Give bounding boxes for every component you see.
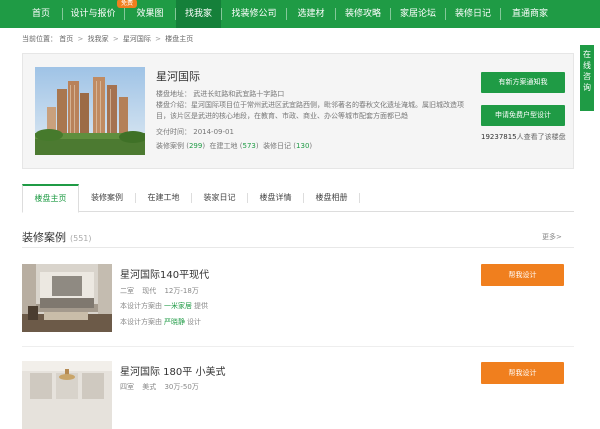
- estate-address: 楼盘地址： 武进长虹路和武宜路十字路口: [156, 89, 284, 99]
- estate-delivery: 交付时间： 2014-09-01: [156, 127, 234, 137]
- notify-new-plan-button[interactable]: 有新方案通知我: [481, 72, 565, 93]
- designer-name[interactable]: 严晓静: [164, 318, 185, 326]
- tab-diaries[interactable]: 装家日记: [192, 184, 247, 212]
- tab-divider: [359, 193, 360, 203]
- provider-prefix: 本设计方案由: [120, 302, 162, 310]
- cases-count: (551): [70, 234, 92, 243]
- breadcrumb: 当前位置： 首页 > 找我家 > 星河国际 > 楼盘主页: [22, 33, 193, 45]
- address-value: 武进长虹路和武宜路十字路口: [193, 90, 285, 98]
- estate-intro: 楼盘介绍：星河国际项目位于常州武进区武宜路西侧，毗邻著名的春秋文化遗址淹城。属旧…: [156, 100, 472, 122]
- nav-item-find-company[interactable]: 找装修公司: [222, 0, 286, 28]
- case-style: 现代: [142, 287, 157, 295]
- estate-name: 星河国际: [156, 70, 200, 83]
- nav-item-home[interactable]: 首页: [20, 0, 62, 28]
- tab-estate-home[interactable]: 楼盘主页: [22, 184, 79, 213]
- address-label: 楼盘地址：: [156, 90, 191, 98]
- breadcrumb-find-home[interactable]: 找我家: [88, 35, 109, 43]
- viewer-count-text: 人查看了该楼盘: [516, 133, 566, 141]
- stat-sites-count[interactable]: 573: [243, 142, 256, 150]
- intro-label: 楼盘介绍：: [156, 101, 191, 109]
- case-layout: 四室: [120, 383, 134, 391]
- row-divider: [22, 346, 574, 347]
- nav-item-guide[interactable]: 装修攻略: [336, 0, 390, 28]
- case-designer: 本设计方案由 严晓静 设计: [120, 317, 201, 327]
- designer-suffix: 设计: [187, 318, 201, 326]
- breadcrumb-estate[interactable]: 星河国际: [123, 35, 151, 43]
- breadcrumb-separator: >: [77, 35, 84, 43]
- nav-item-merchants[interactable]: 直通商家: [501, 0, 559, 28]
- delivery-label: 交付时间：: [156, 128, 191, 136]
- tab-cases[interactable]: 装修案例: [79, 184, 135, 212]
- provider-name[interactable]: 一米家居: [164, 302, 192, 310]
- help-me-design-button[interactable]: 帮我设计: [481, 362, 564, 384]
- nav-item-renderings[interactable]: 效果图: [125, 0, 175, 28]
- tab-sites[interactable]: 在建工地: [136, 184, 191, 212]
- estate-tabbar: 楼盘主页 装修案例 在建工地 装家日记 楼盘详情 楼盘相册: [22, 184, 574, 213]
- estate-photo[interactable]: [35, 67, 145, 155]
- viewer-count: 19237815人查看了该楼盘: [481, 132, 569, 143]
- tab-album[interactable]: 楼盘相册: [304, 184, 359, 212]
- estate-info-card: 星河国际 楼盘地址： 武进长虹路和武宜路十字路口 楼盘介绍：星河国际项目位于常州…: [22, 53, 574, 169]
- case-budget: 30万-50万: [164, 383, 199, 391]
- case-layout: 二室: [120, 287, 134, 295]
- viewer-count-number: 19237815: [481, 133, 517, 141]
- nav-item-diary[interactable]: 装修日记: [446, 0, 500, 28]
- stat-sites-label[interactable]: 在建工地: [210, 142, 238, 150]
- more-cases-link[interactable]: 更多>: [542, 232, 562, 242]
- section-divider: [22, 247, 574, 248]
- consult-char: 咨: [583, 72, 591, 81]
- delivery-date: 2014-09-01: [193, 128, 234, 136]
- section-title-text: 装修案例: [22, 231, 66, 244]
- case-title[interactable]: 星河国际 180平 小美式: [120, 363, 225, 378]
- cases-section-title: 装修案例 (551): [22, 229, 92, 245]
- tab-details[interactable]: 楼盘详情: [248, 184, 303, 212]
- stat-cases-count[interactable]: 299: [189, 142, 202, 150]
- consult-char: 询: [583, 83, 591, 92]
- nav-item-find-home[interactable]: 找我家: [176, 0, 221, 28]
- free-layout-design-button[interactable]: 申请免费户型设计: [481, 105, 565, 126]
- help-me-design-button[interactable]: 帮我设计: [481, 264, 564, 286]
- case-thumbnail[interactable]: [22, 361, 112, 429]
- intro-text: 星河国际项目位于常州武进区武宜路西侧，毗邻著名的春秋文化遗址淹城。属旧城改造项目…: [156, 101, 464, 120]
- stat-diaries-count[interactable]: 130: [296, 142, 309, 150]
- case-thumbnail[interactable]: [22, 264, 112, 332]
- designer-prefix: 本设计方案由: [120, 318, 162, 326]
- consult-char: 线: [583, 61, 591, 70]
- case-meta: 二室 现代 12万-18万: [120, 286, 199, 296]
- stat-diaries-label[interactable]: 装修日记: [263, 142, 291, 150]
- estate-stats: 装修案例 (299) 在建工地 (573) 装修日记 (130): [156, 142, 313, 150]
- breadcrumb-separator: >: [112, 35, 119, 43]
- nav-item-materials[interactable]: 选建材: [287, 0, 335, 28]
- breadcrumb-home[interactable]: 首页: [59, 35, 73, 43]
- breadcrumb-separator: >: [155, 35, 162, 43]
- nav-item-design-quote[interactable]: 设计与报价: [63, 0, 123, 28]
- case-style: 美式: [142, 383, 157, 391]
- case-provider: 本设计方案由 一米家居 提供: [120, 301, 208, 311]
- stat-cases-label[interactable]: 装修案例: [156, 142, 184, 150]
- breadcrumb-current: 楼盘主页: [165, 35, 194, 43]
- breadcrumb-prefix: 当前位置：: [22, 35, 57, 43]
- consult-char: 在: [583, 50, 591, 59]
- case-title[interactable]: 星河国际140平现代: [120, 266, 209, 281]
- case-meta: 四室 美式 30万-50万: [120, 382, 199, 392]
- nav-item-forum[interactable]: 家居论坛: [391, 0, 445, 28]
- case-budget: 12万-18万: [164, 287, 199, 295]
- top-nav: 首页 设计与报价 免费 效果图 找我家 找装修公司 选建材 装修攻略 家居论坛 …: [0, 0, 600, 28]
- online-consult-tab[interactable]: 在 线 咨 询: [580, 45, 594, 111]
- provider-suffix: 提供: [194, 302, 208, 310]
